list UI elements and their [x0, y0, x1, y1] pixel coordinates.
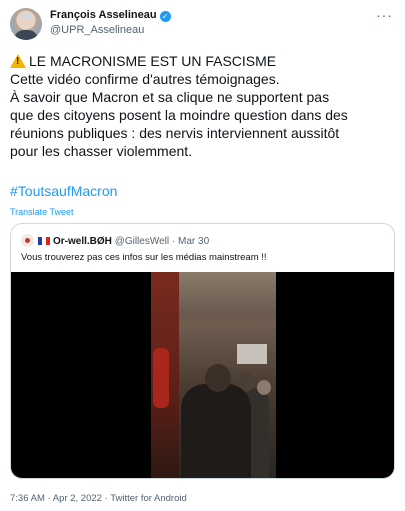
tweet-line-1: LE MACRONISME EST UN FASCISME	[10, 52, 395, 70]
tweet-date[interactable]: Apr 2, 2022	[53, 493, 102, 504]
avatar-suit	[14, 30, 38, 40]
avatar[interactable]	[10, 8, 42, 40]
tweet-headline: LE MACRONISME EST UN FASCISME	[29, 53, 277, 69]
quote-date[interactable]: Mar 30	[178, 236, 209, 247]
video-projection-screen	[237, 344, 267, 364]
quote-author-handle: @GillesWell	[114, 236, 170, 247]
tweet-line-5: réunions publiques : des nervis intervie…	[10, 125, 340, 141]
tweet-line-3: À savoir que Macron et sa clique ne supp…	[10, 89, 330, 105]
tweet-text: LE MACRONISME EST UN FASCISME Cette vidé…	[10, 52, 395, 160]
author-name-row[interactable]: François Asselineau ✓	[50, 8, 171, 22]
footer-separator-2: ·	[104, 493, 108, 504]
verified-icon: ✓	[159, 11, 171, 22]
translate-tweet-link[interactable]: Translate Tweet	[10, 206, 74, 218]
quote-separator: ·	[171, 236, 176, 247]
tweet-time[interactable]: 7:36 AM	[10, 493, 45, 504]
author-name[interactable]: François Asselineau	[50, 9, 157, 21]
quote-header: Or-well.BØH @GillesWell · Mar 30	[21, 234, 209, 248]
quote-author-name[interactable]: Or-well.BØH	[53, 236, 112, 247]
video-ceiling	[171, 272, 276, 312]
tweet-header: François Asselineau ✓ @UPR_Asselineau ···	[10, 8, 395, 40]
tweet-footer: 7:36 AM · Apr 2, 2022 · Twitter for Andr…	[10, 493, 187, 505]
tweet-source[interactable]: Twitter for Android	[110, 493, 187, 504]
author-handle[interactable]: @UPR_Asselineau	[50, 23, 171, 37]
video-person-3-head	[257, 380, 271, 395]
quote-text: Vous trouverez pas ces infos sur les méd…	[21, 252, 267, 263]
tweet: François Asselineau ✓ @UPR_Asselineau ···…	[0, 0, 405, 511]
author-names: François Asselineau ✓ @UPR_Asselineau	[50, 8, 171, 37]
french-flag-icon	[38, 237, 50, 245]
quote-avatar[interactable]	[21, 234, 34, 247]
video-player[interactable]	[11, 272, 394, 478]
footer-separator-1: ·	[47, 493, 51, 504]
tweet-line-6: pour les chasser violemment.	[10, 143, 193, 159]
avatar-hair	[19, 13, 33, 19]
warning-icon	[10, 54, 26, 68]
video-frame	[151, 272, 276, 478]
hashtag-link[interactable]: #ToutsaufMacron	[10, 182, 117, 200]
video-person-red	[153, 348, 169, 408]
video-person-1-head	[205, 364, 231, 392]
video-person-1-body	[181, 384, 251, 478]
more-options-icon[interactable]: ···	[376, 8, 393, 22]
quoted-tweet[interactable]: Or-well.BØH @GillesWell · Mar 30 Vous tr…	[10, 223, 395, 479]
tweet-line-4: que des citoyens posent la moindre quest…	[10, 107, 348, 123]
tweet-line-2: Cette vidéo confirme d'autres témoignage…	[10, 71, 280, 87]
